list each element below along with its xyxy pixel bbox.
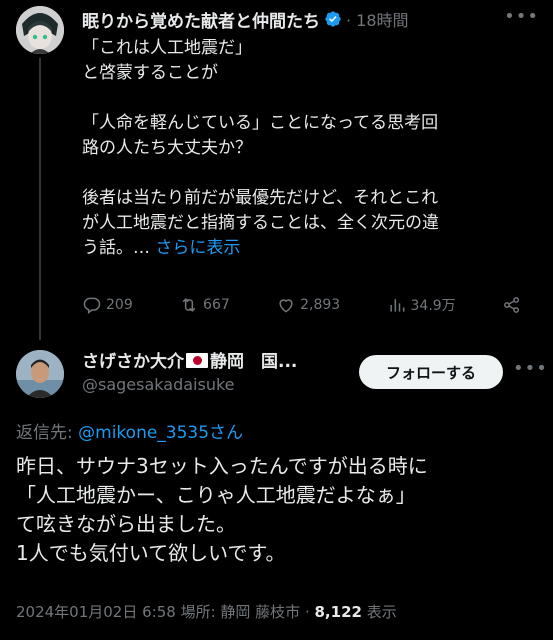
display-name-part: さげさか大介 [82, 352, 184, 372]
thread-line [39, 58, 41, 340]
avatar-illustration-icon [16, 6, 64, 54]
location-label: 場所: [175, 603, 221, 621]
show-more-link[interactable]: さらに表示 [155, 238, 240, 258]
retweet-button[interactable]: 667 [179, 295, 230, 315]
timestamp[interactable]: · 18時間 [346, 7, 409, 31]
like-count: 2,893 [300, 297, 341, 313]
text-line: う話。… さらに表示 [82, 236, 537, 261]
text-line: が人工地震だと指摘することは、全く次元の違 [82, 213, 439, 233]
view-label: 表示 [361, 603, 397, 621]
tweet-text: 昨日、サウナ3セット入ったんですが出る時に 「人工地震かー、こりゃ人工地震だよな… [16, 452, 541, 568]
text-line: 昨日、サウナ3セット入ったんですが出る時に [16, 454, 428, 478]
tweet-header: 眠りから覚めた献者と仲間たち · 18時間 [82, 6, 409, 32]
line-break [82, 161, 537, 186]
tweet-meta: 2024年01月02日 6:58 場所: 静岡 藤枝市 · 8,122 表示 [16, 601, 397, 622]
text-line: 「人工地震かー、こりゃ人工地震だよなぁ」 [16, 483, 416, 507]
share-icon [504, 297, 520, 313]
more-icon[interactable]: ••• [513, 358, 548, 379]
avatar-photo-icon [16, 350, 64, 398]
retweet-count: 667 [203, 297, 230, 313]
view-count: 8,122 [314, 603, 362, 621]
text-line: 「人命を軽んじている」ことになってる思考回 [82, 113, 439, 133]
like-icon [279, 299, 293, 313]
avatar[interactable] [16, 6, 64, 54]
views-icon [389, 299, 404, 312]
display-name[interactable]: さげさか大介 静岡 国... [82, 347, 297, 372]
action-bar: 209 667 2,893 34.9万 [82, 295, 522, 315]
verified-icon [324, 10, 342, 28]
jp-flag-icon [186, 353, 208, 368]
share-button[interactable] [502, 295, 522, 315]
avatar[interactable] [16, 350, 64, 398]
reply-count: 209 [106, 297, 133, 313]
reply-button[interactable]: 209 [82, 295, 133, 315]
reply-to-label: 返信先: [16, 423, 79, 443]
display-name[interactable]: 眠りから覚めた献者と仲間たち [82, 7, 320, 32]
text-line-end: う話。… [82, 238, 150, 258]
retweet-icon [182, 298, 196, 312]
reply-to: 返信先: @mikone_3535さん [16, 418, 243, 443]
handle[interactable]: @sagesakadaisuke [82, 375, 235, 394]
text-line: 路の人たち大丈夫か？ [82, 138, 252, 158]
location[interactable]: 静岡 藤枝市 [220, 603, 300, 621]
views-count: 34.9万 [410, 298, 456, 314]
more-icon[interactable]: ••• [504, 6, 539, 27]
views-button[interactable]: 34.9万 [387, 295, 456, 315]
display-name-part: 静岡 国... [210, 352, 298, 372]
reply-to-link[interactable]: @mikone_3535さん [78, 423, 243, 443]
text-line: 「これは人工地震だ」 [82, 38, 252, 58]
tweet-text: 「これは人工地震だ」 と啓蒙することが 「人命を軽んじている」ことになってる思考… [82, 36, 537, 261]
reply-icon [83, 297, 101, 314]
meta-separator: · [300, 603, 315, 621]
line-break [82, 86, 537, 111]
text-line: と啓蒙することが [82, 63, 218, 83]
text-line: て呟きながら出ました。 [16, 512, 236, 536]
post-date[interactable]: 2024年01月02日 6:58 [16, 603, 176, 621]
like-button[interactable]: 2,893 [276, 295, 340, 315]
follow-button[interactable]: フォローする [359, 355, 503, 389]
text-line: 1人でも気付いて欲しいです。 [16, 541, 286, 565]
text-line: 後者は当たり前だが最優先だけど、それとこれ [82, 188, 439, 208]
